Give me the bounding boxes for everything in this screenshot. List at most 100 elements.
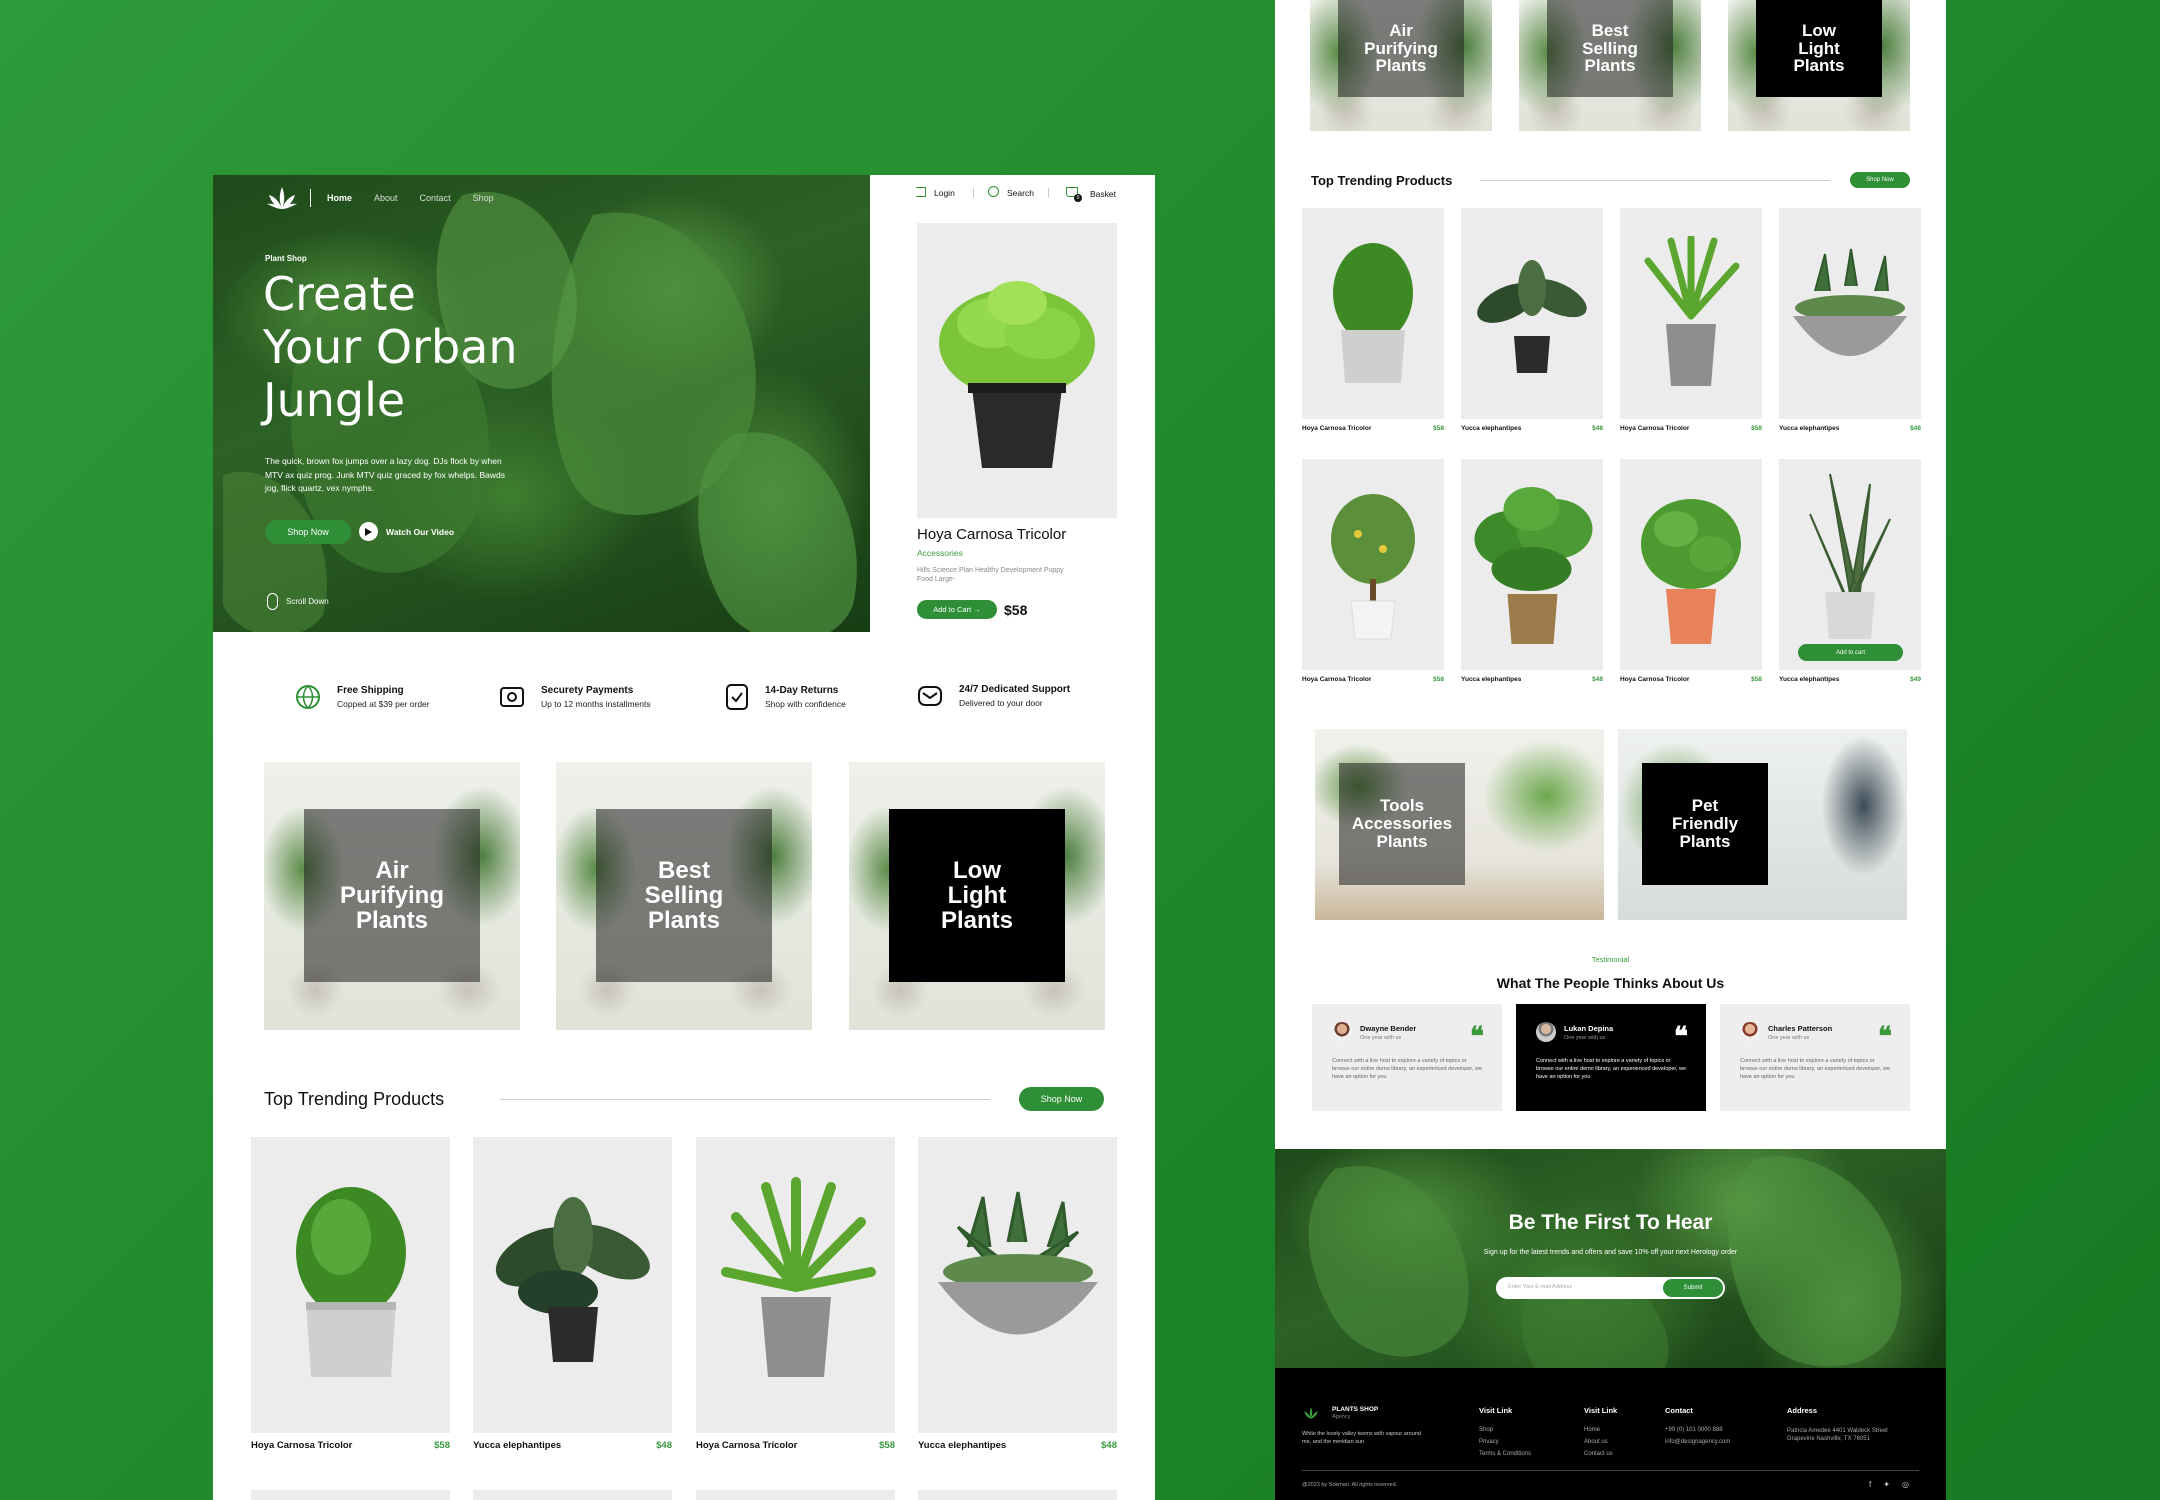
calathea-plant-image [495, 1197, 650, 1362]
feature-subtitle: Delivered to your door [959, 698, 1043, 708]
category-label-line: Light [947, 881, 1007, 909]
product-name[interactable]: Yucca elephantipes [1779, 425, 1839, 432]
feature-support: 24/7 Dedicated Support Delivered to your … [917, 684, 1070, 708]
email-placeholder: Enter Your E-mail Address [1508, 1284, 1573, 1290]
watch-video-link[interactable]: Watch Our Video [386, 527, 454, 537]
twitter-icon[interactable]: ✦ [1883, 1480, 1890, 1489]
email-input[interactable]: Enter Your E-mail Address Submit [1496, 1277, 1725, 1299]
trending-title: Top Trending Products [1311, 173, 1453, 188]
login-icon[interactable] [916, 187, 926, 197]
footer-link[interactable]: Privacy [1479, 1439, 1531, 1445]
footer-email[interactable]: info@designagency.com [1665, 1439, 1730, 1445]
search-link[interactable]: Search [1007, 188, 1034, 198]
add-to-cart-button[interactable]: Add to cart [1798, 644, 1903, 661]
category-card-low-light[interactable]: Low Light Plants [1728, 0, 1910, 131]
footer-link[interactable]: Home [1584, 1427, 1617, 1433]
footer-link[interactable]: Terms & Conditions [1479, 1451, 1531, 1457]
newsletter-section: Be The First To Hear Sign up for the lat… [1275, 1149, 1946, 1368]
product-name[interactable]: Yucca elephantipes [918, 1440, 1006, 1451]
nav-divider [310, 189, 311, 207]
support-icon [918, 686, 942, 706]
product-name[interactable]: Hoya Carnosa Tricolor [1620, 676, 1689, 683]
product-card[interactable] [1461, 459, 1603, 670]
nav-about[interactable]: About [374, 193, 398, 203]
featured-product-price: $58 [1004, 602, 1028, 618]
homepage-mockup-right: Air Purifying Plants Best Selling Plants Low… [1275, 0, 1946, 1500]
product-card[interactable] [1302, 459, 1444, 670]
footer-link[interactable]: Contact us [1584, 1451, 1617, 1457]
product-card-partial[interactable] [696, 1490, 895, 1500]
hero-shop-now-button[interactable]: Shop Now [265, 520, 351, 544]
search-icon[interactable] [988, 186, 999, 197]
product-card[interactable] [918, 1137, 1117, 1433]
product-name[interactable]: Yucca elephantipes [473, 1440, 561, 1451]
product-name[interactable]: Hoya Carnosa Tricolor [251, 1440, 352, 1451]
footer-link[interactable]: Shop [1479, 1427, 1531, 1433]
facebook-icon[interactable]: f [1869, 1480, 1871, 1489]
testimonial-subtitle: One year with us [1564, 1034, 1606, 1041]
product-card[interactable] [251, 1137, 450, 1433]
feature-subtitle: Copped at $39 per order [337, 699, 430, 709]
featured-product-image[interactable] [917, 223, 1117, 518]
product-card-partial[interactable] [918, 1490, 1117, 1500]
scroll-down-label[interactable]: Scroll Down [286, 597, 329, 606]
play-icon[interactable] [359, 522, 378, 541]
nav-home[interactable]: Home [327, 193, 352, 203]
product-card[interactable] [473, 1137, 672, 1433]
testimonial-text: Connect with a live host to explore a va… [1536, 1058, 1687, 1080]
category-card-air-purifying[interactable]: Air Purifying Plants [1310, 0, 1492, 131]
category-card-best-selling[interactable]: Best Selling Plants [556, 762, 812, 1030]
login-link[interactable]: Login [934, 188, 955, 198]
feature-secure-payments: Securety Payments Up to 12 months install… [499, 684, 651, 710]
product-card[interactable] [696, 1137, 895, 1433]
product-name[interactable]: Yucca elephantipes [1779, 676, 1839, 683]
featured-product-category[interactable]: Accessories [917, 548, 963, 558]
product-price: $58 [1751, 425, 1762, 432]
nav-shop[interactable]: Shop [473, 193, 494, 203]
footer-logo-icon[interactable] [1302, 1405, 1320, 1428]
product-card[interactable] [1620, 459, 1762, 670]
product-name[interactable]: Hoya Carnosa Tricolor [1620, 425, 1689, 432]
instagram-icon[interactable]: ◎ [1902, 1480, 1909, 1489]
product-card-partial[interactable] [473, 1490, 672, 1500]
product-meta: Yucca elephantipes $48 [473, 1440, 672, 1451]
promo-card-tools[interactable]: Tools Accessories Plants [1315, 729, 1604, 920]
submit-button[interactable]: Submit [1663, 1279, 1723, 1297]
testimonial-subtitle: One year with us [1360, 1034, 1402, 1041]
product-name[interactable]: Yucca elephantipes [1461, 425, 1521, 432]
returns-icon [726, 684, 748, 710]
product-card[interactable]: Add to cart [1779, 459, 1921, 670]
category-card-air-purifying[interactable]: Air Purifying Plants [264, 762, 520, 1030]
bush-plant-image [1333, 243, 1413, 383]
category-card-best-selling[interactable]: Best Selling Plants [1519, 0, 1701, 131]
calathea-plant-image [1477, 260, 1587, 373]
trending-shop-now-button[interactable]: Shop Now [1019, 1087, 1104, 1111]
footer-social: f ✦ ◎ [1869, 1480, 1909, 1489]
product-card[interactable] [1302, 208, 1444, 419]
footer-link[interactable]: About us [1584, 1439, 1617, 1445]
add-to-cart-button[interactable]: Add to Cart → [917, 600, 997, 619]
basil-plant-image [939, 281, 1095, 468]
logo-icon[interactable] [265, 183, 299, 217]
product-card[interactable] [1620, 208, 1762, 419]
hero-title-line-3: Jungle [263, 373, 406, 427]
product-name[interactable]: Yucca elephantipes [1461, 676, 1521, 683]
product-card[interactable] [1779, 208, 1921, 419]
product-card-partial[interactable] [251, 1490, 450, 1500]
basket-link[interactable]: Basket [1090, 189, 1116, 199]
product-card[interactable] [1461, 208, 1603, 419]
product-name[interactable]: Hoya Carnosa Tricolor [696, 1440, 797, 1451]
newsletter-subtitle: Sign up for the latest trends and offers… [1483, 1249, 1738, 1256]
category-label-box: Low Light Plants [889, 809, 1065, 982]
footer-phone[interactable]: +99 (0) 101 0000 888 [1665, 1427, 1730, 1433]
product-price: $58 [434, 1440, 450, 1451]
category-card-low-light[interactable]: Low Light Plants [849, 762, 1105, 1030]
category-label-line: Plants [1375, 56, 1427, 76]
promo-card-pet-friendly[interactable]: Pet Friendly Plants [1618, 729, 1907, 920]
trending-shop-now-button[interactable]: Shop Now [1850, 172, 1910, 188]
product-name[interactable]: Hoya Carnosa Tricolor [1302, 676, 1371, 683]
product-name[interactable]: Hoya Carnosa Tricolor [1302, 425, 1371, 432]
nav-contact[interactable]: Contact [420, 193, 451, 203]
product-price: $48 [656, 1440, 672, 1451]
featured-product-name[interactable]: Hoya Carnosa Tricolor [917, 526, 1066, 543]
